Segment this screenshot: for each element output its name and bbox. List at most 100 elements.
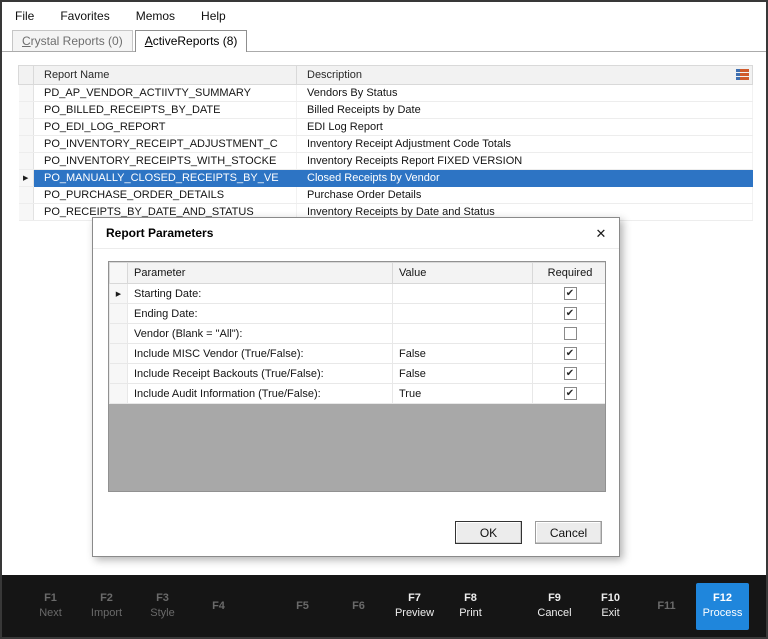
param-row-selector-cell [110, 324, 128, 344]
report-description-cell[interactable]: Vendors By Status [297, 85, 753, 102]
fkey-f10-exit[interactable]: F10Exit [584, 591, 637, 621]
fkey-f7-preview[interactable]: F7Preview [388, 591, 441, 621]
fkey-key-label: F11 [640, 599, 693, 614]
report-description-cell[interactable]: Inventory Receipt Adjustment Code Totals [297, 136, 753, 153]
menu-file[interactable]: File [15, 9, 34, 23]
tab-crystal-reports[interactable]: Crystal Reports (0) [12, 30, 133, 51]
fkey-key-label: F6 [332, 599, 385, 614]
parameter-row[interactable]: Vendor (Blank = "All"): [110, 324, 607, 344]
fkey-action-label: Process [696, 606, 749, 621]
report-row[interactable]: PO_INVENTORY_RECEIPT_ADJUSTMENT_CInvento… [19, 136, 753, 153]
parameter-value-cell[interactable] [393, 324, 533, 344]
grid-options-icon-bar [736, 73, 749, 76]
row-selector-cell [19, 153, 34, 170]
report-table-header-row: Report Name Description [19, 66, 753, 85]
required-checkbox-checked[interactable]: ✔ [564, 347, 577, 360]
fkey-action-label: Exit [584, 606, 637, 621]
parameter-value-cell[interactable] [393, 284, 533, 304]
fkey-action-label: Preview [388, 606, 441, 621]
required-checkbox-unchecked[interactable] [564, 327, 577, 340]
parameter-table: Parameter Value Required ▶Starting Date:… [109, 262, 606, 404]
required-cell: ✔ [533, 284, 607, 304]
report-description-cell[interactable]: Inventory Receipts Report FIXED VERSION [297, 153, 753, 170]
fkey-key-label: F7 [388, 591, 441, 606]
tab-active-reports[interactable]: ActiveReports (8) [135, 30, 248, 52]
report-row[interactable]: PO_EDI_LOG_REPORTEDI Log Report [19, 119, 753, 136]
report-name-cell[interactable]: PO_MANUALLY_CLOSED_RECEIPTS_BY_VE [34, 170, 297, 187]
fkey-f3-style: F3Style [136, 591, 189, 621]
fkey-f1-next: F1Next [24, 591, 77, 621]
parameter-value-cell[interactable]: True [393, 384, 533, 404]
fkey-f12-process[interactable]: F12Process [696, 583, 749, 630]
menu-favorites[interactable]: Favorites [60, 9, 109, 23]
row-selector-cell [19, 85, 34, 102]
menu-help[interactable]: Help [201, 9, 226, 23]
parameter-grid-container: Parameter Value Required ▶Starting Date:… [108, 261, 606, 492]
tab-crystal-hotkey: C [22, 34, 31, 48]
required-column-header[interactable]: Required [533, 263, 607, 284]
parameter-row[interactable]: Include MISC Vendor (True/False):False ✔ [110, 344, 607, 364]
parameter-value-cell[interactable] [393, 304, 533, 324]
dialog-button-row: OK Cancel [455, 521, 602, 544]
report-row[interactable]: PO_PURCHASE_ORDER_DETAILSPurchase Order … [19, 187, 753, 204]
report-name-column-header[interactable]: Report Name [34, 66, 297, 85]
fkey-key-label: F10 [584, 591, 637, 606]
report-name-cell[interactable]: PO_EDI_LOG_REPORT [34, 119, 297, 136]
required-cell: ✔ [533, 384, 607, 404]
fkey-action-label: Style [136, 606, 189, 621]
fkey-f9-cancel[interactable]: F9Cancel [528, 591, 581, 621]
required-checkbox-checked[interactable]: ✔ [564, 287, 577, 300]
required-checkbox-checked[interactable]: ✔ [564, 307, 577, 320]
report-name-cell[interactable]: PO_BILLED_RECEIPTS_BY_DATE [34, 102, 297, 119]
param-row-selector-cell [110, 384, 128, 404]
required-checkbox-checked[interactable]: ✔ [564, 367, 577, 380]
parameter-name-cell: Ending Date: [128, 304, 393, 324]
row-selector-cell [19, 204, 34, 221]
row-selector-header [19, 66, 34, 85]
fkey-f8-print[interactable]: F8Print [444, 591, 497, 621]
report-table: Report Name Description PD_AP_VENDOR_ACT… [18, 65, 753, 221]
parameter-name-cell: Starting Date: [128, 284, 393, 304]
parameter-name-cell: Include MISC Vendor (True/False): [128, 344, 393, 364]
parameter-column-header[interactable]: Parameter [128, 263, 393, 284]
ok-button[interactable]: OK [455, 521, 522, 544]
report-name-cell[interactable]: PO_PURCHASE_ORDER_DETAILS [34, 187, 297, 204]
report-description-cell[interactable]: Purchase Order Details [297, 187, 753, 204]
report-description-cell[interactable]: Closed Receipts by Vendor [297, 170, 753, 187]
report-name-cell[interactable]: PD_AP_VENDOR_ACTIIVTY_SUMMARY [34, 85, 297, 102]
fkey-key-label: F1 [24, 591, 77, 606]
fkey-key-label: F8 [444, 591, 497, 606]
param-row-selector-header [110, 263, 128, 284]
fkey-key-label: F9 [528, 591, 581, 606]
parameter-row[interactable]: Include Audit Information (True/False):T… [110, 384, 607, 404]
menu-memos[interactable]: Memos [136, 9, 175, 23]
parameter-value-cell[interactable]: False [393, 364, 533, 384]
parameter-value-cell[interactable]: False [393, 344, 533, 364]
description-column-header[interactable]: Description [297, 66, 753, 85]
report-row[interactable]: PD_AP_VENDOR_ACTIIVTY_SUMMARYVendors By … [19, 85, 753, 102]
close-icon[interactable]: ✕ [583, 218, 619, 249]
report-description-cell[interactable]: EDI Log Report [297, 119, 753, 136]
parameter-row[interactable]: Include Receipt Backouts (True/False):Fa… [110, 364, 607, 384]
fkey-action-label: Print [444, 606, 497, 621]
value-column-header[interactable]: Value [393, 263, 533, 284]
param-row-selector-cell [110, 344, 128, 364]
fkey-f11: F11 [640, 599, 693, 614]
report-row[interactable]: PO_INVENTORY_RECEIPTS_WITH_STOCKEInvento… [19, 153, 753, 170]
report-parameters-dialog: Report Parameters ✕ Parameter Value Requ… [92, 217, 620, 557]
grid-options-icon[interactable] [735, 67, 750, 82]
param-row-selector-cell [110, 304, 128, 324]
report-name-cell[interactable]: PO_INVENTORY_RECEIPTS_WITH_STOCKE [34, 153, 297, 170]
cancel-button[interactable]: Cancel [535, 521, 602, 544]
parameter-row[interactable]: Ending Date: ✔ [110, 304, 607, 324]
report-row[interactable]: ▶PO_MANUALLY_CLOSED_RECEIPTS_BY_VEClosed… [19, 170, 753, 187]
required-cell: ✔ [533, 364, 607, 384]
row-selector-cell [19, 187, 34, 204]
parameter-row[interactable]: ▶Starting Date: ✔ [110, 284, 607, 304]
grid-options-icon-bar [736, 77, 749, 80]
report-name-cell[interactable]: PO_INVENTORY_RECEIPT_ADJUSTMENT_C [34, 136, 297, 153]
report-description-cell[interactable]: Billed Receipts by Date [297, 102, 753, 119]
current-row-arrow-icon: ▶ [110, 284, 128, 304]
report-row[interactable]: PO_BILLED_RECEIPTS_BY_DATEBilled Receipt… [19, 102, 753, 119]
required-checkbox-checked[interactable]: ✔ [564, 387, 577, 400]
